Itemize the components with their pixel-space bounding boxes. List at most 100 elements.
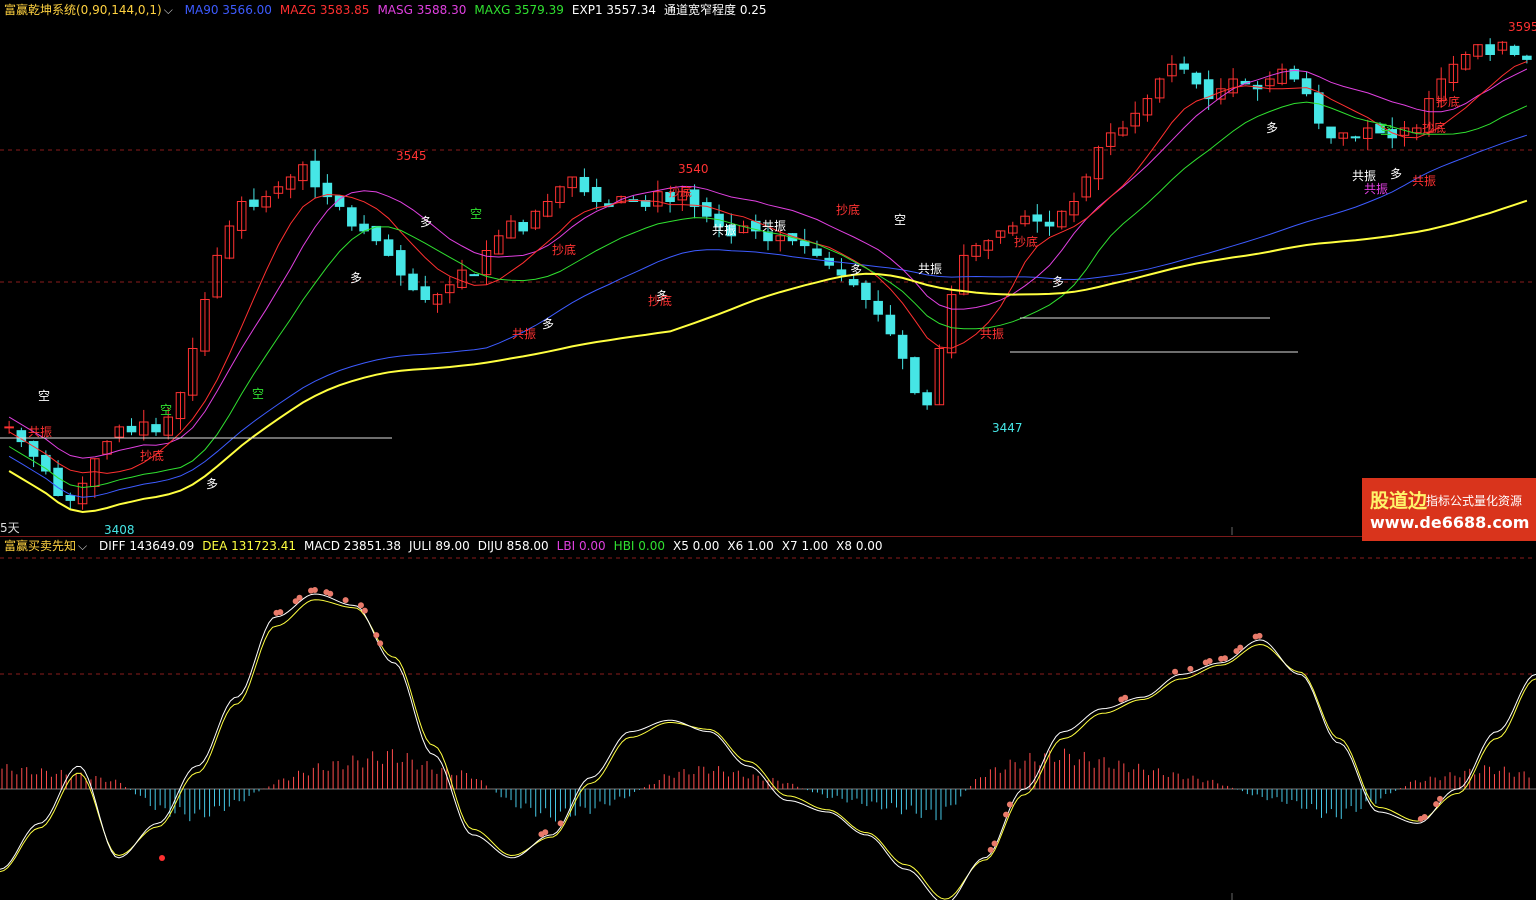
signal-dot: [542, 829, 549, 836]
candle-body: [1301, 78, 1312, 95]
macd-x5-readout: X5 0.00: [673, 539, 720, 553]
signal-labels: 34083545354034473595空空空空 空空多多多多多多多多多共振共振共…: [28, 20, 1536, 537]
masg-line: [8, 68, 1528, 459]
signal-label: 抄底: [836, 202, 860, 217]
macd-diff-readout: DIFF 143649.09: [98, 539, 195, 553]
signal-dot: [1003, 811, 1010, 818]
price-extreme-label: 3447: [992, 421, 1023, 435]
candle-body: [812, 248, 822, 256]
candle-body: [126, 425, 137, 433]
macd-histogram: [1, 748, 1530, 822]
dea-line: [0, 599, 1536, 900]
candle-body: [1191, 72, 1202, 85]
signal-label: 抄底: [1436, 94, 1460, 109]
candle-body: [910, 357, 920, 394]
indicator-name-macd[interactable]: 富赢买卖先知: [4, 539, 76, 553]
price-panel-header: 富赢乾坤系统(0,90,144,0,1) ⌵ MA90 3566.00 MAZG 3…: [4, 2, 783, 18]
candle-body: [151, 424, 161, 433]
mazg-line: [8, 61, 1528, 474]
signal-dot: [377, 640, 384, 647]
macd-lines: [0, 593, 1536, 900]
macd-juli-readout: JULI 89.00: [409, 539, 470, 553]
dropdown-icon[interactable]: ⌵: [164, 3, 173, 17]
signal-label: 空: [160, 403, 172, 417]
signal-label: 空: [38, 389, 50, 403]
candle-body: [848, 279, 859, 286]
candle-body: [873, 300, 883, 315]
dropdown-icon[interactable]: ⌵: [78, 539, 87, 553]
signal-dot: [1437, 795, 1443, 802]
macd-lbi-readout: LBI 0.00: [556, 539, 606, 553]
signal-dot: [159, 855, 165, 861]
signal-label: 共振: [980, 327, 1004, 341]
signal-label: 多: [206, 477, 218, 491]
signal-label: 抄底: [1422, 120, 1446, 135]
panel-separator: [0, 536, 1536, 537]
candle-body: [420, 286, 431, 301]
signal-dot: [373, 632, 380, 639]
price-extreme-label: 3545: [396, 149, 427, 163]
signal-dot: [1256, 632, 1263, 639]
top-ma90-readout: MA90 3566.00: [184, 3, 272, 17]
candle-body: [591, 186, 602, 203]
signal-label: 空: [252, 387, 264, 401]
support-lines: [0, 317, 1298, 439]
signal-label: 多: [1052, 275, 1064, 289]
diff-line: [0, 593, 1536, 900]
candle-body: [408, 273, 418, 291]
macd-panel-header: 富赢买卖先知 ⌵ DIFF 143649.09 DEA 131723.41 MACD …: [4, 538, 899, 554]
signal-dot: [327, 590, 334, 597]
signal-label: 多: [1266, 121, 1278, 135]
macd-x6-readout: X6 1.00: [727, 539, 774, 553]
signal-label: 共振: [918, 262, 942, 276]
signal-label: 共振: [762, 219, 786, 233]
candle-body: [1314, 92, 1324, 124]
candle-body: [469, 274, 480, 277]
signal-label: 多: [1390, 167, 1402, 181]
macd-hbi-readout: HBI 0.00: [613, 539, 665, 553]
price-extreme-label: 3595: [1508, 20, 1536, 34]
signal-label: 共振: [1352, 169, 1376, 183]
signal-dot: [277, 609, 284, 616]
badge-subtitle: 指标公式量化资源: [1426, 494, 1523, 508]
signal-label: 多: [542, 317, 554, 331]
ma-lines: [8, 61, 1528, 514]
signal-dot: [1187, 665, 1194, 672]
signal-label: 共振: [1412, 174, 1436, 188]
signal-label: 抄底: [552, 242, 576, 257]
signal-dot: [1206, 658, 1213, 665]
top-maxg-readout: MAXG 3579.39: [474, 3, 564, 17]
macd-x8-readout: X8 0.00: [836, 539, 883, 553]
top-exp1-readout: EXP1 3557.34: [571, 3, 657, 17]
ma90-line: [8, 134, 1528, 498]
signal-dot: [1237, 644, 1244, 651]
signal-label: 抄底: [648, 293, 672, 308]
macd-macd-readout: MACD 23851.38: [304, 539, 402, 553]
badge-brand: 股道边: [1370, 490, 1428, 512]
candle-body: [383, 239, 394, 256]
period-label: 5天: [0, 521, 20, 535]
signal-dot: [1122, 694, 1129, 701]
price-extreme-label: 3408: [104, 523, 135, 537]
candle-body: [922, 392, 932, 406]
signal-dot: [1172, 668, 1179, 675]
candle-body: [1350, 136, 1361, 139]
signal-dot: [1006, 801, 1013, 808]
candle-body: [885, 314, 896, 335]
candle-body: [28, 441, 39, 457]
candle-body: [347, 207, 357, 227]
candle-body: [861, 282, 871, 301]
signal-dot: [1433, 801, 1440, 808]
signal-dot: [296, 594, 303, 601]
top-通道宽窄程度-readout: 通道宽窄程度 0.25: [664, 3, 767, 17]
signal-dot: [342, 597, 349, 604]
macd-diju-readout: DIJU 858.00: [477, 539, 549, 553]
candle-body: [579, 176, 590, 193]
candle-body: [518, 222, 528, 232]
signal-dot: [361, 607, 368, 614]
candle-body: [1179, 63, 1189, 70]
signal-dot: [1221, 655, 1228, 662]
indicator-name[interactable]: 富赢乾坤系统(0,90,144,0,1): [4, 3, 162, 17]
chart-canvas: 34083545354034473595空空空空 空空多多多多多多多多多共振共振共…: [0, 20, 1536, 900]
signal-label: 抄底: [140, 448, 164, 463]
